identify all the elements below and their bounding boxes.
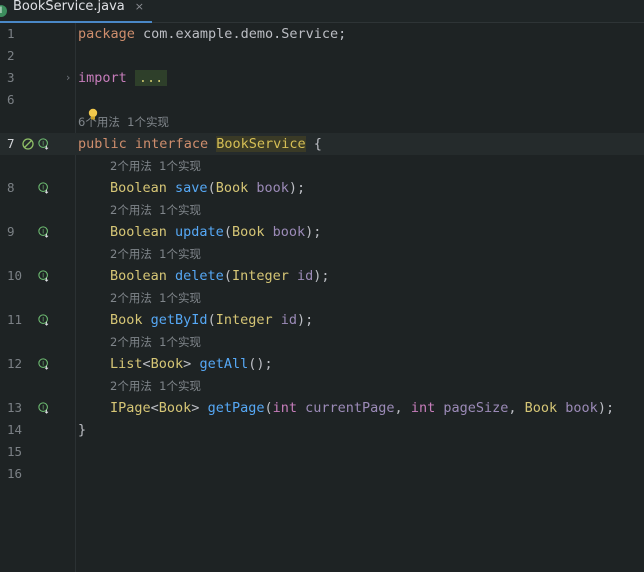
code-line: 3 › import ... [0, 67, 644, 89]
code-line: 2 [0, 45, 644, 67]
code-text: package com.example.demo.Service; [78, 23, 346, 45]
interface-name: BookService [216, 136, 306, 152]
inlay-hint-row: 2个用法 1个实现 [0, 287, 644, 309]
code-text: Book getById(Integer id); [110, 312, 314, 328]
package-name: com.example.demo.Service; [134, 26, 347, 42]
line-number: 9 [7, 224, 15, 239]
usages-hint[interactable]: 2个用法 1个实现 [110, 331, 201, 353]
implemented-icon[interactable]: I [38, 358, 50, 370]
inlay-hint-row: 2个用法 1个实现 [0, 155, 644, 177]
code-line: 9 I Boolean update(Book book); [0, 221, 644, 243]
keyword: package [78, 26, 135, 42]
tab-label: BookService.java [13, 0, 125, 14]
line-number: 3 [7, 70, 15, 85]
code-text: import ... [78, 67, 168, 89]
fold-expand-icon[interactable]: › [66, 67, 70, 89]
inlay-hint-row: 6个用法 1个实现 [0, 108, 644, 133]
code-text: List<Book> getAll(); [110, 356, 273, 372]
line-number: 2 [7, 48, 15, 63]
code-line: 15 [0, 441, 644, 463]
usages-hint[interactable]: 2个用法 1个实现 [110, 243, 201, 265]
inlay-hint-row: 2个用法 1个实现 [0, 331, 644, 353]
line-number: 16 [7, 466, 23, 481]
inlay-hint-row: 2个用法 1个实现 [0, 375, 644, 397]
editor-tab-bar: I BookService.java × [0, 0, 644, 23]
code-text: Boolean update(Book book); [110, 224, 322, 240]
code-line: 16 [0, 463, 644, 485]
implemented-icon[interactable]: I [38, 138, 50, 150]
implemented-icon[interactable]: I [38, 182, 50, 194]
line-number: 12 [7, 356, 23, 371]
implemented-icon[interactable]: I [38, 226, 50, 238]
svg-text:I: I [42, 360, 44, 367]
code-line: 14 } [0, 419, 644, 441]
code-text: Boolean delete(Integer id); [110, 268, 330, 284]
code-editor[interactable]: 1 package com.example.demo.Service; 2 3 … [0, 23, 644, 572]
line-number: 6 [7, 92, 15, 107]
line-number: 13 [7, 400, 23, 415]
usages-hint[interactable]: 2个用法 1个实现 [110, 199, 201, 221]
code-line: 8 I Boolean save(Book book); [0, 177, 644, 199]
code-text: IPage<Book> getPage(int currentPage, int… [110, 400, 615, 416]
implemented-icon[interactable]: I [38, 402, 50, 414]
line-number: 15 [7, 444, 23, 459]
code-text: Boolean save(Book book); [110, 180, 306, 196]
line-number: 8 [7, 180, 15, 195]
lightbulb-icon[interactable] [88, 108, 98, 121]
folded-imports[interactable]: ... [134, 70, 168, 86]
code-text: } [78, 422, 87, 438]
inlay-hint-row: 2个用法 1个实现 [0, 199, 644, 221]
code-line: 11 I Book getById(Integer id); [0, 309, 644, 331]
svg-text:I: I [42, 140, 44, 147]
implemented-icon[interactable]: I [38, 314, 50, 326]
keyword: import [78, 70, 127, 86]
interface-icon: I [0, 4, 7, 17]
code-text: public interface BookService { [78, 136, 322, 152]
usages-hint[interactable]: 2个用法 1个实现 [110, 287, 201, 309]
close-icon[interactable]: × [135, 0, 144, 13]
svg-text:I: I [42, 228, 44, 235]
line-number: 14 [7, 422, 23, 437]
svg-text:I: I [42, 404, 44, 411]
svg-text:I: I [42, 272, 44, 279]
line-number: 10 [7, 268, 23, 283]
code-line: 1 package com.example.demo.Service; [0, 23, 644, 45]
code-line-current: 7 I public interface BookService { [0, 133, 644, 155]
usages-hint[interactable]: 2个用法 1个实现 [110, 155, 201, 177]
code-line: 13 I IPage<Book> getPage(int currentPage… [0, 397, 644, 419]
code-line: 12 I List<Book> getAll(); [0, 353, 644, 375]
implemented-icon[interactable]: I [38, 270, 50, 282]
no-icon[interactable] [22, 138, 34, 150]
line-number: 1 [7, 26, 15, 41]
inlay-hint-row: 2个用法 1个实现 [0, 243, 644, 265]
code-line: 10 I Boolean delete(Integer id); [0, 265, 644, 287]
svg-text:I: I [42, 184, 44, 191]
tab-bookservice[interactable]: I BookService.java × [0, 0, 152, 23]
line-number: 11 [7, 312, 23, 327]
svg-text:I: I [42, 316, 44, 323]
usages-hint[interactable]: 2个用法 1个实现 [110, 375, 201, 397]
